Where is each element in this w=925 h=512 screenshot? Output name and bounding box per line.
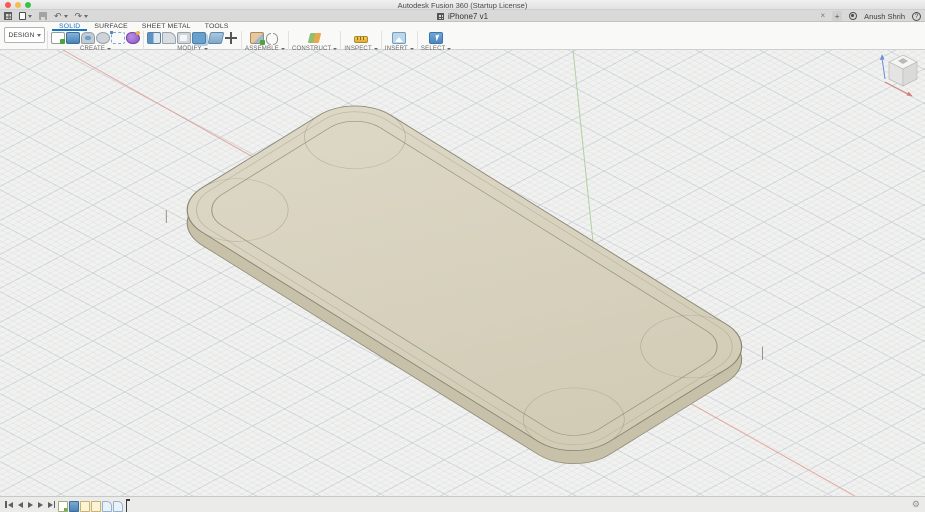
revolve-icon[interactable] xyxy=(96,32,110,44)
viewcube-x-arrow xyxy=(907,92,914,97)
timeline-feature-fillet[interactable] xyxy=(102,501,112,512)
construction-plane-icon[interactable] xyxy=(308,32,322,44)
tab-tools[interactable]: TOOLS xyxy=(198,22,236,31)
timeline-position-marker[interactable] xyxy=(126,499,127,512)
tab-solid[interactable]: SOLID xyxy=(52,22,87,31)
job-status-icon[interactable] xyxy=(849,12,857,20)
shell-icon[interactable] xyxy=(177,32,191,44)
viewcube-z-arrow xyxy=(880,54,885,60)
viewcube-z-axis xyxy=(882,58,885,79)
model-phone-shell[interactable] xyxy=(166,93,762,477)
step-forward-button[interactable] xyxy=(38,502,43,508)
workspace-selector-label: DESIGN xyxy=(8,32,34,39)
ribbon-toolbar: DESIGN SOLID SURFACE SHEET METAL TOOLS xyxy=(0,22,925,50)
viewport-svg xyxy=(0,50,925,496)
chevron-down-icon xyxy=(37,34,41,37)
document-grid-icon xyxy=(437,13,444,20)
viewport-canvas[interactable] xyxy=(0,50,925,496)
joint-icon[interactable] xyxy=(265,32,279,44)
workspace-selector-button[interactable]: DESIGN xyxy=(4,27,45,43)
play-button[interactable] xyxy=(28,502,33,508)
document-tab-label: iPhone7 v1 xyxy=(448,12,488,21)
timeline-features xyxy=(58,499,127,512)
press-pull-icon[interactable] xyxy=(147,32,161,44)
window-title: Autodesk Fusion 360 (Startup License) xyxy=(0,1,925,10)
create-sketch-icon[interactable] xyxy=(51,32,65,44)
move-icon[interactable] xyxy=(224,32,238,44)
tab-sheet-metal[interactable]: SHEET METAL xyxy=(135,22,198,31)
document-tab-bar: ↶ ↷ iPhone7 v1 × + Anush Shrih ? xyxy=(0,10,925,22)
tab-bar-right-controls: × + Anush Shrih ? xyxy=(820,10,921,22)
extrude-icon[interactable] xyxy=(66,32,80,44)
fillet-icon[interactable] xyxy=(162,32,176,44)
timeline-feature-sketch[interactable] xyxy=(80,501,90,512)
sweep-icon[interactable] xyxy=(81,32,95,44)
fusion360-window: Autodesk Fusion 360 (Startup License) ↶ … xyxy=(0,0,925,512)
offset-face-icon[interactable] xyxy=(208,32,225,44)
help-icon[interactable]: ? xyxy=(912,12,921,21)
select-icon[interactable] xyxy=(429,32,443,44)
timeline-feature-sketch[interactable] xyxy=(58,501,68,512)
timeline-feature-fillet[interactable] xyxy=(113,501,123,512)
timeline-feature-sketch[interactable] xyxy=(91,501,101,512)
timeline-bar: ⚙ xyxy=(0,496,925,512)
tab-surface[interactable]: SURFACE xyxy=(87,22,135,31)
step-back-button[interactable] xyxy=(18,502,23,508)
tspline-box-icon[interactable] xyxy=(111,32,125,44)
combine-icon[interactable] xyxy=(192,32,206,44)
viewcube[interactable] xyxy=(880,54,917,97)
timeline-feature-extrude[interactable] xyxy=(69,501,79,512)
macos-titlebar: Autodesk Fusion 360 (Startup License) xyxy=(0,0,925,10)
go-to-end-button[interactable] xyxy=(48,501,56,508)
ribbon-tab-strip: SOLID SURFACE SHEET METAL TOOLS xyxy=(47,22,925,31)
create-form-icon[interactable] xyxy=(126,32,140,44)
new-component-icon[interactable] xyxy=(250,32,264,44)
document-tab[interactable]: iPhone7 v1 xyxy=(0,10,925,22)
go-to-start-button[interactable] xyxy=(5,501,13,508)
close-tab-button[interactable]: × xyxy=(820,11,825,21)
timeline-settings-gear-icon[interactable]: ⚙ xyxy=(912,499,920,510)
new-tab-button[interactable]: + xyxy=(832,11,842,21)
insert-image-icon[interactable] xyxy=(392,32,406,44)
measure-icon[interactable] xyxy=(354,36,368,43)
timeline-playback-controls xyxy=(5,501,55,508)
user-account-button[interactable]: Anush Shrih xyxy=(864,12,905,21)
